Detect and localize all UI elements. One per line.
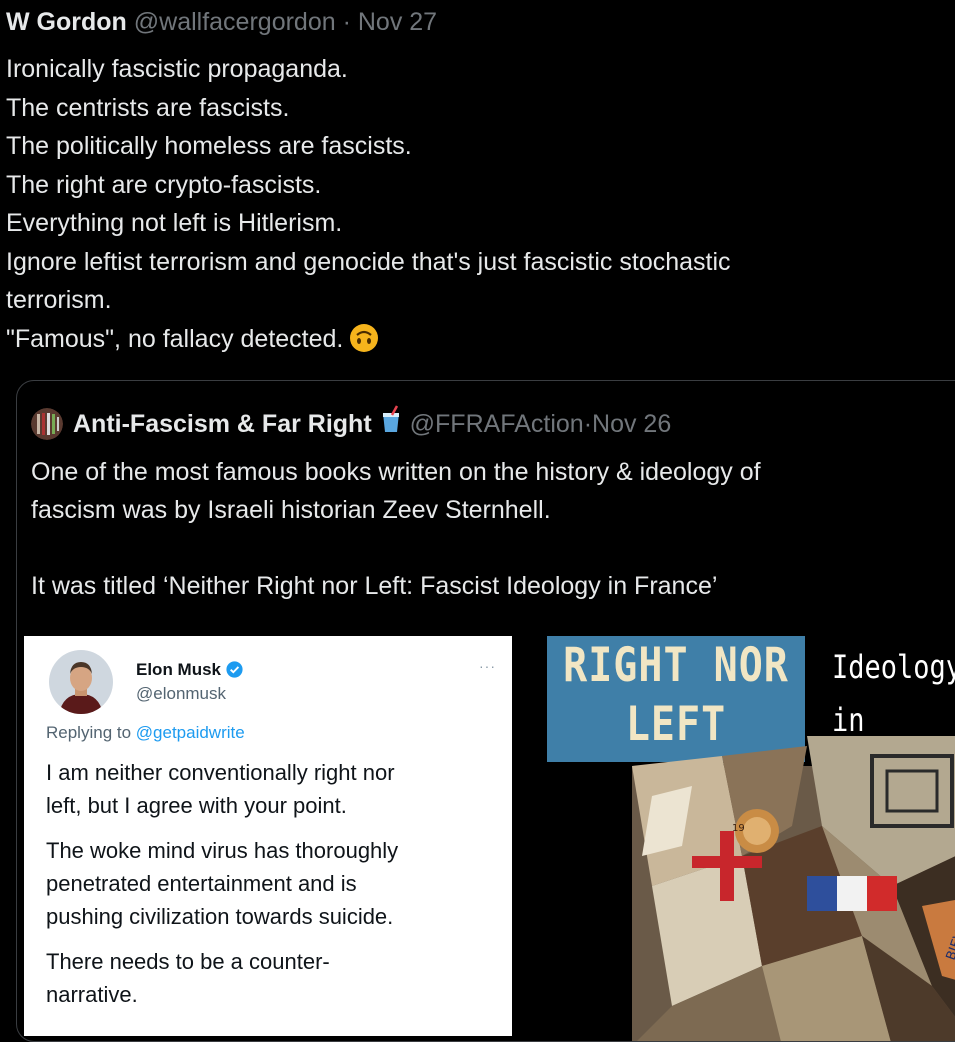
cup-with-straw-icon xyxy=(380,405,402,442)
embedded-author-name: Elon Musk xyxy=(136,660,243,683)
book-cover-image[interactable]: RIGHT NOR LEFT Ideology in France xyxy=(532,636,955,1041)
tweet-line: terrorism. xyxy=(6,286,112,314)
quoted-tweet-text: One of the most famous books written on … xyxy=(31,453,951,605)
cubist-painting-artwork: 19 BIEVRE xyxy=(632,736,955,1041)
separator-dot: · xyxy=(583,409,593,438)
replying-to: Replying to @getpaidwrite xyxy=(46,723,245,742)
tweet-line: Everything not left is Hitlerism. xyxy=(6,209,343,237)
tweet-line: The politically homeless are fascists. xyxy=(6,132,412,160)
embedded-line: narrative. xyxy=(46,982,138,1007)
tweet-line: The right are crypto-fascists. xyxy=(6,170,322,199)
tweet-date[interactable]: Nov 27 xyxy=(358,8,437,36)
embedded-line: pushing civilization towards suicide. xyxy=(46,904,394,929)
embedded-line: penetrated entertainment and is xyxy=(46,871,357,896)
quoted-line: It was titled ‘Neither Right nor Left: F… xyxy=(31,572,718,600)
quoted-tweet-date[interactable]: Nov 26 xyxy=(592,407,671,441)
quoted-tweet[interactable]: Anti-Fascism & Far Right @FFRAFAction · … xyxy=(16,380,955,1042)
quoted-author-handle[interactable]: @FFRAFAction xyxy=(410,407,584,441)
upside-down-face-icon xyxy=(349,323,379,365)
embedded-line: I am neither conventionally right nor xyxy=(46,760,395,785)
author-name[interactable]: W Gordon xyxy=(6,8,127,36)
verified-badge-icon xyxy=(226,661,243,683)
embedded-tweet-screenshot[interactable]: Elon Musk @elonmusk ··· Replying to @get… xyxy=(24,636,512,1036)
tweet-text: Ironically fascistic propaganda. The cen… xyxy=(6,50,936,364)
tweet-header: W Gordon @wallfacergordon · Nov 27 xyxy=(6,6,437,38)
reply-handle-link: @getpaidwrite xyxy=(135,723,245,742)
author-handle[interactable]: @wallfacergordon xyxy=(134,8,336,36)
more-options-icon: ··· xyxy=(479,658,496,674)
separator-dot: · xyxy=(342,8,351,36)
elon-avatar xyxy=(49,650,113,714)
quoted-author-name[interactable]: Anti-Fascism & Far Right xyxy=(73,407,372,441)
svg-text:19: 19 xyxy=(732,823,745,834)
embedded-tweet-text: I am neither conventionally right nor le… xyxy=(46,756,496,1011)
embedded-author-handle: @elonmusk xyxy=(136,684,227,703)
quoted-media[interactable]: Elon Musk @elonmusk ··· Replying to @get… xyxy=(17,636,955,1041)
quoted-line: fascism was by Israeli historian Zeev St… xyxy=(31,496,551,524)
embedded-line: There needs to be a counter- xyxy=(46,949,330,974)
embedded-line: The woke mind virus has thoroughly xyxy=(46,838,399,863)
tweet-line: The centrists are fascists. xyxy=(6,93,290,122)
tweet-line: Ironically fascistic propaganda. xyxy=(6,55,348,83)
quoted-tweet-header: Anti-Fascism & Far Right @FFRAFAction · … xyxy=(31,405,671,442)
tweet-line: "Famous", no fallacy detected. xyxy=(6,324,344,353)
tweet-line-last: "Famous", no fallacy detected. xyxy=(6,320,936,365)
tweet-line: Ignore leftist terrorism and genocide th… xyxy=(6,247,731,276)
quoted-line: One of the most famous books written on … xyxy=(31,458,761,486)
quoted-avatar[interactable] xyxy=(31,407,63,440)
embedded-line: left, but I agree with your point. xyxy=(46,793,347,818)
